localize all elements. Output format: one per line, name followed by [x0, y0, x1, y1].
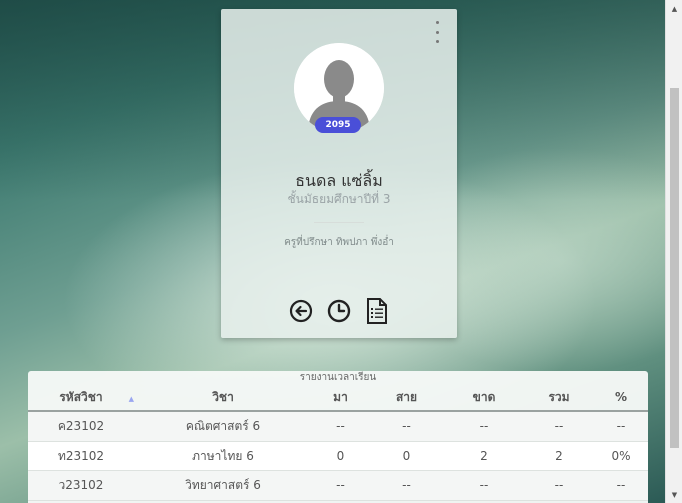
cell-late: --	[402, 478, 411, 492]
divider	[314, 222, 364, 223]
table-row: ว23102 วิทยาศาสตร์ 6 -- -- -- -- --	[28, 471, 648, 501]
scroll-thumb[interactable]	[670, 88, 679, 448]
cell-subject: คณิตศาสตร์ 6	[185, 419, 261, 433]
col-header-total[interactable]: รวม	[524, 385, 594, 410]
cell-total: --	[554, 478, 564, 492]
scroll-down-arrow-icon[interactable]: ▼	[666, 486, 682, 503]
cell-present: --	[336, 478, 345, 492]
cell-subject: ภาษาไทย 6	[192, 448, 254, 463]
cell-total: 2	[555, 448, 563, 463]
cell-late: 0	[402, 448, 411, 463]
cell-late: --	[402, 419, 411, 433]
back-arrow-circle-icon[interactable]	[288, 296, 314, 326]
document-list-icon[interactable]	[364, 296, 390, 326]
table-header: รหัสวิชา ▲ วิชา มา สาย ขาด รวม %	[28, 385, 648, 412]
col-header-subject[interactable]: วิชา	[134, 385, 312, 410]
table-row: ท23102 ภาษาไทย 6 0 0 2 2 0%	[28, 441, 648, 471]
col-header-present[interactable]: มา	[312, 385, 369, 410]
advisor-text: ครูที่ปรึกษา ทิพปภา พึ่งอ่ำ	[284, 237, 394, 248]
student-grade: ชั้นมัธยมศึกษาปีที่ 3	[287, 192, 391, 206]
cell-present: --	[336, 419, 345, 433]
col-header-label: รหัสวิชา	[59, 390, 103, 404]
student-id-badge: 2095	[315, 117, 361, 133]
scroll-up-arrow-icon[interactable]: ▲	[666, 0, 682, 17]
cell-absent: --	[479, 478, 489, 492]
cell-percent: --	[616, 419, 626, 433]
col-header-absent[interactable]: ขาด	[444, 385, 524, 410]
cell-subject-code: ว23102	[58, 478, 104, 492]
cell-absent: 2	[480, 448, 488, 463]
cell-percent: --	[616, 478, 626, 492]
cell-percent: 0%	[611, 448, 631, 463]
kebab-menu-icon[interactable]	[433, 21, 441, 43]
cell-subject: วิทยาศาสตร์ 6	[185, 478, 261, 492]
action-bar	[221, 296, 457, 326]
cell-absent: --	[479, 419, 489, 433]
cell-total: --	[554, 419, 564, 433]
student-profile-card: 2095 ธนดล แซ่ลิ้ม ชั้นมัธยมศึกษาปีที่ 3 …	[221, 9, 457, 338]
cell-subject-code: ค23102	[57, 419, 105, 433]
col-header-percent[interactable]: %	[594, 385, 648, 410]
table-row: ค23102 คณิตศาสตร์ 6 -- -- -- -- --	[28, 412, 648, 442]
clock-icon[interactable]	[326, 296, 352, 326]
report-title: รายงานเวลาเรียน	[299, 372, 377, 383]
table-body: ค23102 คณิตศาสตร์ 6 -- -- -- -- -- ท2310…	[28, 412, 648, 501]
vertical-scrollbar[interactable]: ▲ ▼	[665, 0, 682, 503]
col-header-subject-code[interactable]: รหัสวิชา ▲	[28, 385, 134, 410]
cell-subject-code: ท23102	[57, 448, 105, 463]
cell-present: 0	[336, 448, 345, 463]
col-header-late[interactable]: สาย	[369, 385, 444, 410]
attendance-report: รายงานเวลาเรียน รหัสวิชา ▲ วิชา มา สาย ข…	[28, 371, 648, 503]
